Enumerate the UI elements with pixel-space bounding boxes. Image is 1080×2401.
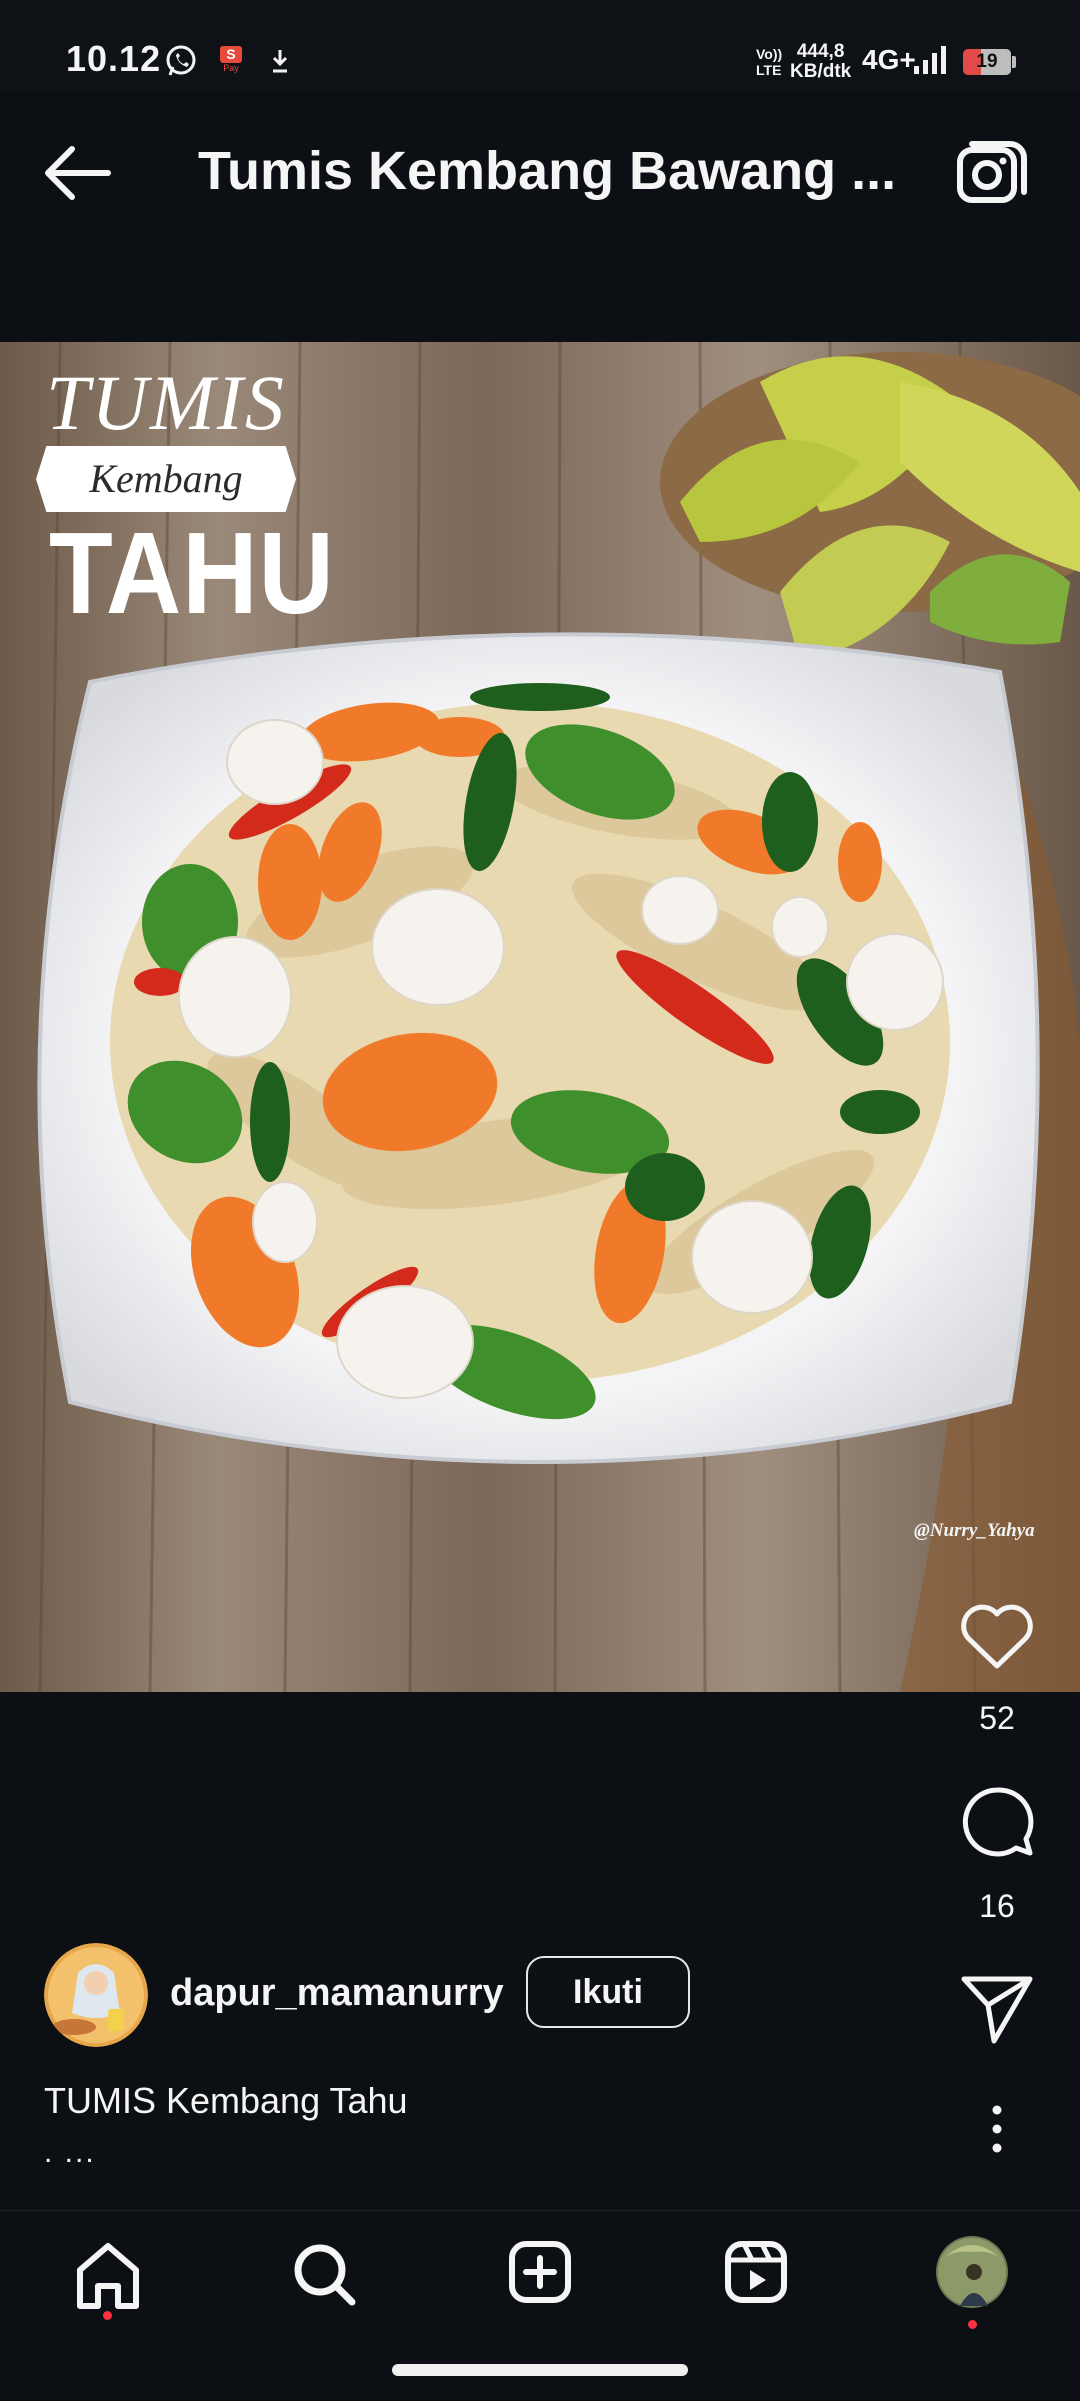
follow-button[interactable]: Ikuti (526, 1956, 690, 2028)
battery-tip (1012, 56, 1016, 68)
signal-icon (914, 46, 946, 74)
header (0, 92, 1080, 342)
photo-watermark: @Nurry_Yahya (914, 1520, 1035, 1541)
overlay-title-line1: TUMIS (46, 359, 286, 446)
status-time: 10.12 (66, 38, 162, 79)
heart-icon[interactable] (954, 1592, 1040, 1678)
send-icon[interactable] (954, 1965, 1040, 2051)
home-notification-dot (103, 2311, 112, 2320)
post-caption: TUMIS Kembang Tahu (44, 2080, 408, 2121)
camera-icon[interactable] (950, 136, 1028, 210)
overlay-title-line3: TAHU (49, 508, 335, 638)
reels-icon[interactable] (706, 2230, 806, 2320)
comment-icon[interactable] (954, 1780, 1040, 1866)
home-icon[interactable] (58, 2230, 158, 2320)
arrow-left-icon[interactable] (38, 138, 118, 208)
network-type: 4G+ (862, 44, 916, 75)
overlay-title-line2: Kembang (36, 446, 296, 512)
whatsapp-icon (166, 45, 196, 76)
comment-count: 16 (979, 1888, 1015, 1924)
search-icon[interactable] (274, 2230, 374, 2320)
network-speed: 444,8 KB/dtk (790, 41, 852, 82)
download-icon (272, 50, 288, 73)
overlay-title: TUMIS Kembang TAHU (36, 359, 335, 638)
shopeepay-icon: S Pay (220, 46, 242, 76)
like-count: 52 (979, 1700, 1015, 1736)
volte-indicator: Vo)) LTE (756, 46, 783, 78)
create-icon[interactable] (490, 2230, 590, 2320)
battery-icon: 19 (963, 49, 1011, 75)
page-title: Tumis Kembang Bawang ... (198, 141, 897, 201)
caption-more[interactable]: . ... (44, 2136, 96, 2170)
author-avatar[interactable] (44, 1943, 148, 2047)
author-username[interactable]: dapur_mamanurry (170, 1972, 504, 2015)
profile-notification-dot (968, 2320, 977, 2329)
profile-avatar[interactable] (922, 2230, 1022, 2320)
gesture-bar[interactable] (392, 2364, 688, 2376)
more-options-icon[interactable] (954, 2086, 1040, 2172)
